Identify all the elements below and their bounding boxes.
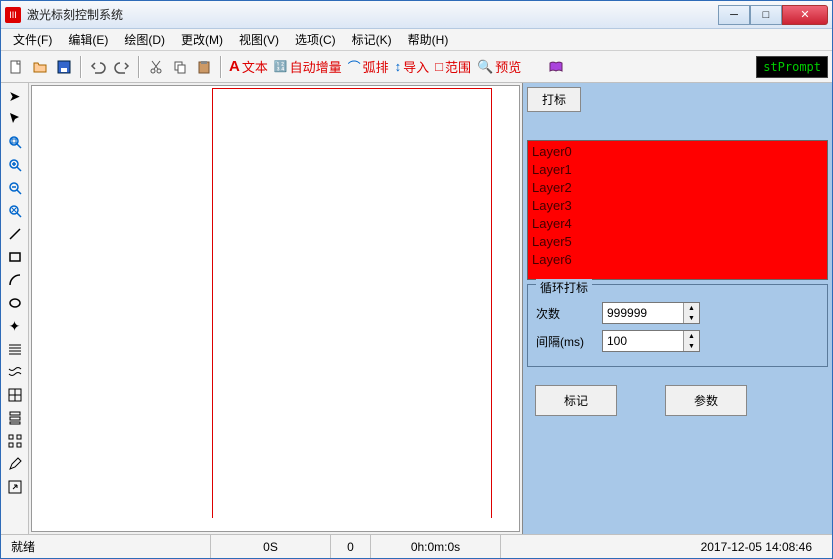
toolbar: A文本 🔢自动增量 ⌒弧排 ↕导入 □范围 🔍预览 stPrompt [1, 51, 832, 83]
zoom-out-icon[interactable] [4, 177, 26, 199]
menu-view[interactable]: 视图(V) [231, 29, 287, 50]
array-icon[interactable] [4, 430, 26, 452]
zoom-fit-icon[interactable] [4, 131, 26, 153]
window-buttons: ─ □ ✕ [718, 5, 828, 25]
distribute-v-icon[interactable] [4, 407, 26, 429]
range-tool[interactable]: □范围 [433, 57, 473, 76]
separator [80, 56, 82, 78]
canvas[interactable] [31, 85, 520, 532]
copy-icon[interactable] [169, 56, 191, 78]
spin-up-icon[interactable]: ▲ [684, 331, 699, 341]
menu-help[interactable]: 帮助(H) [400, 29, 457, 50]
spin-down-icon[interactable]: ▼ [684, 313, 699, 323]
text-tool[interactable]: A文本 [227, 57, 270, 76]
group-title: 循环打标 [536, 279, 592, 296]
pen-tool-icon[interactable] [4, 453, 26, 475]
layer-item[interactable]: Layer5 [532, 233, 823, 251]
undo-icon[interactable] [87, 56, 109, 78]
import-tool[interactable]: ↕导入 [393, 57, 432, 76]
new-file-icon[interactable] [5, 56, 27, 78]
select-icon[interactable] [4, 108, 26, 130]
layer-item[interactable]: Layer0 [532, 143, 823, 161]
count-input[interactable] [603, 303, 683, 323]
autoinc-tool[interactable]: 🔢自动增量 [272, 57, 344, 76]
status-count: 0 [331, 535, 371, 558]
button-row: 标记 参数 [527, 385, 828, 416]
circle-tool-icon[interactable] [4, 292, 26, 314]
wave-icon[interactable] [4, 361, 26, 383]
interval-label: 间隔(ms) [536, 333, 594, 350]
layer-item[interactable]: Layer2 [532, 179, 823, 197]
preview-tool[interactable]: 🔍预览 [475, 57, 523, 76]
pointer-icon[interactable]: ➤ [4, 85, 26, 107]
param-button[interactable]: 参数 [665, 385, 747, 416]
zoom-in-icon[interactable] [4, 154, 26, 176]
menu-file[interactable]: 文件(F) [5, 29, 60, 50]
export-icon[interactable] [4, 476, 26, 498]
menu-edit[interactable]: 编辑(E) [60, 29, 116, 50]
layer-item[interactable]: Layer6 [532, 251, 823, 269]
redo-icon[interactable] [111, 56, 133, 78]
zoom-region-icon[interactable] [4, 200, 26, 222]
arc-tool-icon[interactable] [4, 269, 26, 291]
menubar: 文件(F) 编辑(E) 绘图(D) 更改(M) 视图(V) 选项(C) 标记(K… [1, 29, 832, 51]
menu-draw[interactable]: 绘图(D) [116, 29, 173, 50]
main-area: ➤ ✦ 打标 Layer0 Lay [1, 83, 832, 534]
grid-align-icon[interactable] [4, 384, 26, 406]
mark-button[interactable]: 标记 [535, 385, 617, 416]
menu-option[interactable]: 选项(C) [287, 29, 344, 50]
cut-icon[interactable] [145, 56, 167, 78]
arc-tool[interactable]: ⌒弧排 [346, 57, 391, 76]
stprompt-indicator: stPrompt [756, 56, 828, 78]
layer-item[interactable]: Layer3 [532, 197, 823, 215]
spin-down-icon[interactable]: ▼ [684, 341, 699, 351]
layer-item[interactable]: Layer4 [532, 215, 823, 233]
status-datetime: 2017-12-05 14:08:46 [501, 535, 832, 558]
app-window: III 激光标刻控制系统 ─ □ ✕ 文件(F) 编辑(E) 绘图(D) 更改(… [0, 0, 833, 559]
interval-spinbox[interactable]: ▲▼ [602, 330, 700, 352]
separator [138, 56, 140, 78]
titlebar: III 激光标刻控制系统 ─ □ ✕ [1, 1, 832, 29]
canvas-boundary [212, 88, 492, 518]
tab-mark[interactable]: 打标 [527, 87, 581, 112]
book-icon[interactable] [545, 56, 567, 78]
maximize-button[interactable]: □ [750, 5, 782, 25]
open-file-icon[interactable] [29, 56, 51, 78]
close-button[interactable]: ✕ [782, 5, 828, 25]
app-icon: III [5, 7, 21, 23]
hatch-icon[interactable] [4, 338, 26, 360]
spin-up-icon[interactable]: ▲ [684, 303, 699, 313]
rect-tool-icon[interactable] [4, 246, 26, 268]
status-seconds: 0S [211, 535, 331, 558]
menu-mark[interactable]: 标记(K) [344, 29, 400, 50]
line-tool-icon[interactable] [4, 223, 26, 245]
layer-list[interactable]: Layer0 Layer1 Layer2 Layer3 Layer4 Layer… [527, 140, 828, 280]
side-toolbar: ➤ ✦ [1, 83, 29, 534]
layer-item[interactable]: Layer1 [532, 161, 823, 179]
statusbar: 就绪 0S 0 0h:0m:0s 2017-12-05 14:08:46 [1, 534, 832, 558]
count-spinbox[interactable]: ▲▼ [602, 302, 700, 324]
menu-modify[interactable]: 更改(M) [173, 29, 231, 50]
status-ready: 就绪 [1, 535, 211, 558]
paste-icon[interactable] [193, 56, 215, 78]
loop-mark-group: 循环打标 次数 ▲▼ 间隔(ms) ▲▼ [527, 284, 828, 367]
minimize-button[interactable]: ─ [718, 5, 750, 25]
separator [220, 56, 222, 78]
right-panel: 打标 Layer0 Layer1 Layer2 Layer3 Layer4 La… [522, 83, 832, 534]
status-elapsed: 0h:0m:0s [371, 535, 501, 558]
save-file-icon[interactable] [53, 56, 75, 78]
count-label: 次数 [536, 305, 594, 322]
interval-input[interactable] [603, 331, 683, 351]
align-center-icon[interactable]: ✦ [4, 315, 26, 337]
window-title: 激光标刻控制系统 [27, 6, 718, 23]
